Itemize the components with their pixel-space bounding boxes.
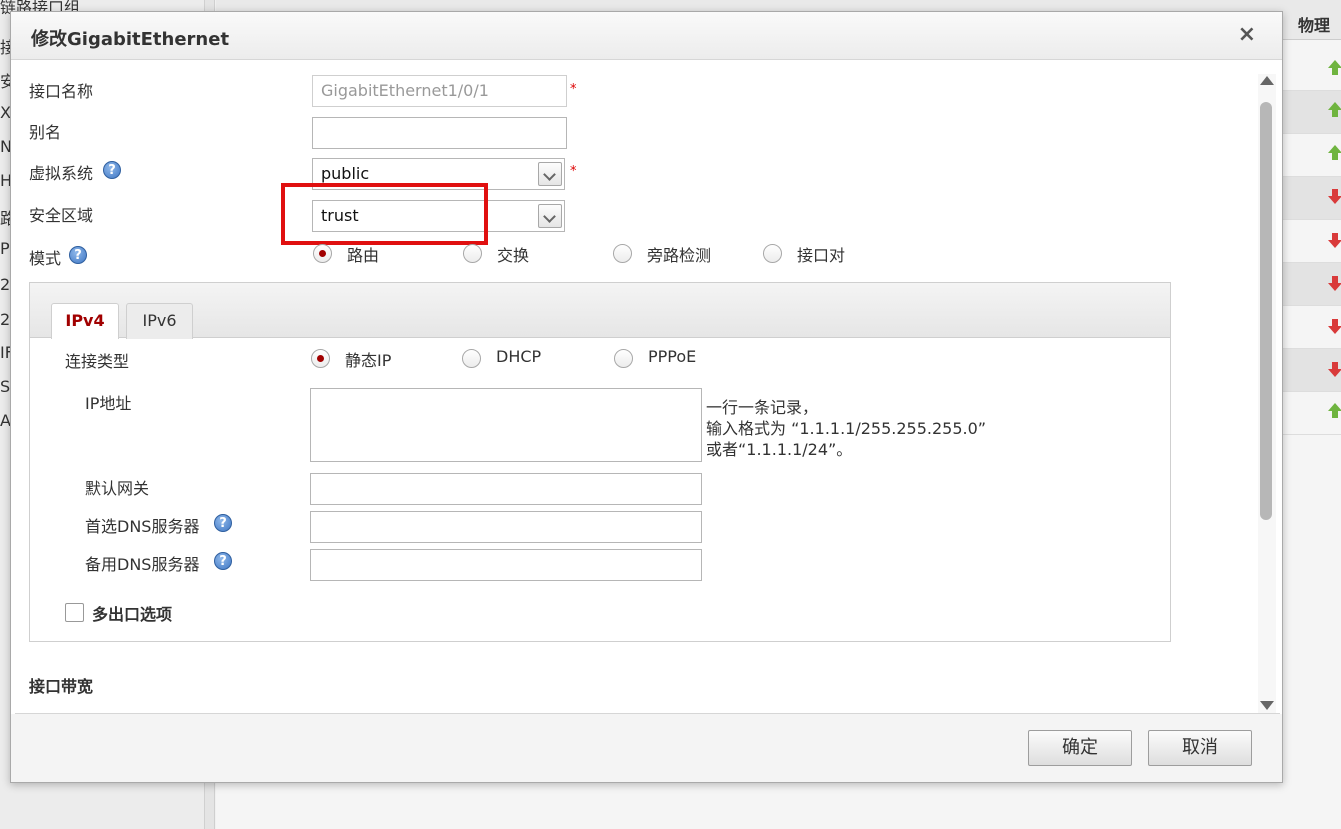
tab-ipv4[interactable]: IPv4 xyxy=(51,303,119,339)
alias-field[interactable] xyxy=(312,117,567,149)
multi-exit-checkbox[interactable] xyxy=(65,603,84,622)
ip-hint-line: 一行一条记录， xyxy=(706,398,819,417)
conn-type-radio-static[interactable] xyxy=(311,349,330,368)
vsys-select-value: public xyxy=(321,164,370,183)
ip-hint-line: 或者“1.1.1.1/24”。 xyxy=(706,440,853,459)
mode-option-label: 接口对 xyxy=(797,246,846,265)
conn-type-option-label: PPPoE xyxy=(648,347,697,366)
dialog-footer: 确定 取消 xyxy=(11,714,1282,782)
vsys-label: 虚拟系统 xyxy=(29,164,94,183)
conn-type-label: 连接类型 xyxy=(65,352,130,371)
dialog-title-bar[interactable]: 修改GigabitEthernet × xyxy=(11,12,1282,60)
mode-option-label: 路由 xyxy=(347,246,380,265)
dns1-label: 首选DNS服务器 xyxy=(85,517,200,536)
status-up-icon xyxy=(1328,60,1341,76)
ip-address-label: IP地址 xyxy=(85,394,132,413)
mode-radio-route[interactable] xyxy=(313,244,332,263)
ip-hint-line: 输入格式为 “1.1.1.1/255.255.255.0” xyxy=(706,419,987,438)
conn-type-radio-pppoe[interactable] xyxy=(614,349,633,368)
interface-name-field: GigabitEthernet1/0/1 xyxy=(312,75,567,107)
ip-settings-panel: IPv4 IPv6 连接类型 静态IP DHCP PPPoE IP地址 一行一条… xyxy=(29,282,1171,642)
conn-type-option-label: DHCP xyxy=(496,347,542,366)
help-icon[interactable]: ? xyxy=(214,552,232,570)
dialog-scrollbar[interactable] xyxy=(1258,74,1276,713)
status-down-icon xyxy=(1328,233,1341,249)
help-icon[interactable]: ? xyxy=(214,514,232,532)
status-up-icon xyxy=(1328,102,1341,118)
mode-radio-switch[interactable] xyxy=(463,244,482,263)
alias-label: 别名 xyxy=(29,123,62,142)
help-icon[interactable]: ? xyxy=(103,161,121,179)
help-icon[interactable]: ? xyxy=(69,246,87,264)
dns1-field[interactable] xyxy=(310,511,702,543)
tab-ipv6[interactable]: IPv6 xyxy=(126,303,193,339)
ok-button[interactable]: 确定 xyxy=(1028,730,1132,766)
mode-option-label: 旁路检测 xyxy=(647,246,712,265)
ip-address-textarea[interactable] xyxy=(310,388,702,462)
gateway-field[interactable] xyxy=(310,473,702,505)
status-down-icon xyxy=(1328,362,1341,378)
scroll-up-icon[interactable] xyxy=(1260,76,1274,85)
mode-option-label: 交换 xyxy=(497,246,530,265)
highlight-annotation-box xyxy=(281,183,488,245)
scroll-thumb[interactable] xyxy=(1260,102,1272,520)
dns2-label: 备用DNS服务器 xyxy=(85,555,200,574)
status-down-icon xyxy=(1328,276,1341,292)
status-up-icon xyxy=(1328,403,1341,419)
required-mark: * xyxy=(570,82,577,97)
ip-tab-bar: IPv4 IPv6 xyxy=(30,283,1170,339)
conn-type-option-label: 静态IP xyxy=(345,351,392,370)
cancel-button[interactable]: 取消 xyxy=(1148,730,1252,766)
dns2-field[interactable] xyxy=(310,549,702,581)
close-icon[interactable]: × xyxy=(1238,22,1256,47)
conn-type-radio-dhcp[interactable] xyxy=(462,349,481,368)
mode-label: 模式 xyxy=(29,249,62,268)
dialog-title: 修改GigabitEthernet xyxy=(31,29,230,50)
bandwidth-section-title: 接口带宽 xyxy=(29,677,94,696)
gateway-label: 默认网关 xyxy=(85,479,150,498)
dialog-body: 接口名称 GigabitEthernet1/0/1 * 别名 虚拟系统 ? pu… xyxy=(15,62,1280,714)
scroll-down-icon[interactable] xyxy=(1260,701,1274,710)
mode-radio-bypass[interactable] xyxy=(613,244,632,263)
status-down-icon xyxy=(1328,319,1341,335)
interface-name-label: 接口名称 xyxy=(29,82,94,101)
chevron-down-icon[interactable] xyxy=(538,162,562,186)
mode-radio-pair[interactable] xyxy=(763,244,782,263)
zone-label: 安全区域 xyxy=(29,206,94,225)
status-down-icon xyxy=(1328,189,1341,205)
edit-interface-dialog: 修改GigabitEthernet × 接口名称 GigabitEthernet… xyxy=(10,11,1283,783)
background-header-physical: 物理 xyxy=(1298,16,1331,35)
chevron-down-icon[interactable] xyxy=(538,204,562,228)
status-up-icon xyxy=(1328,145,1341,161)
multi-exit-label: 多出口选项 xyxy=(92,605,173,624)
bg-left-text: S xyxy=(0,377,11,396)
required-mark: * xyxy=(570,164,577,179)
